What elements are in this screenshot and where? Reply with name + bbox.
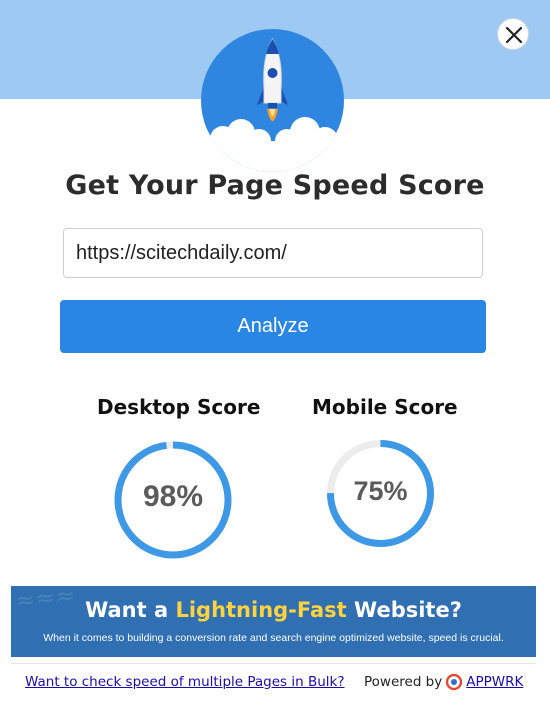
desktop-score-label: Desktop Score (97, 395, 261, 419)
rocket-icon (201, 29, 344, 172)
promo-subtitle: When it comes to building a conversion r… (43, 632, 504, 644)
bulk-check-link[interactable]: Want to check speed of multiple Pages in… (25, 674, 345, 690)
desktop-score-gauge: 98% (113, 440, 233, 560)
powered-by: Powered by APPWRK (364, 674, 523, 690)
close-button[interactable] (497, 18, 529, 50)
url-input[interactable] (63, 228, 483, 278)
desktop-score-value: 98% (142, 480, 204, 513)
promo-title-suffix: Website? (346, 598, 462, 622)
promo-title-prefix: Want a (85, 598, 176, 622)
rocket-badge (201, 29, 344, 172)
promo-banner[interactable]: ≈≈≈ Want a Lightning-Fast Website? When … (11, 586, 536, 657)
mobile-score-gauge: 75% (326, 439, 435, 548)
mobile-score-label: Mobile Score (312, 395, 458, 419)
appwrk-logo-icon (446, 674, 463, 690)
promo-title: Want a Lightning-Fast Website? (11, 598, 536, 622)
footer-divider (11, 663, 536, 664)
page-title: Get Your Page Speed Score (65, 170, 485, 201)
promo-title-highlight: Lightning-Fast (175, 598, 347, 622)
mobile-score-value: 75% (353, 476, 408, 506)
powered-by-text: Powered by (364, 674, 443, 690)
analyze-button[interactable]: Analyze (60, 300, 486, 353)
appwrk-link[interactable]: APPWRK (466, 674, 523, 690)
close-icon (505, 26, 523, 44)
